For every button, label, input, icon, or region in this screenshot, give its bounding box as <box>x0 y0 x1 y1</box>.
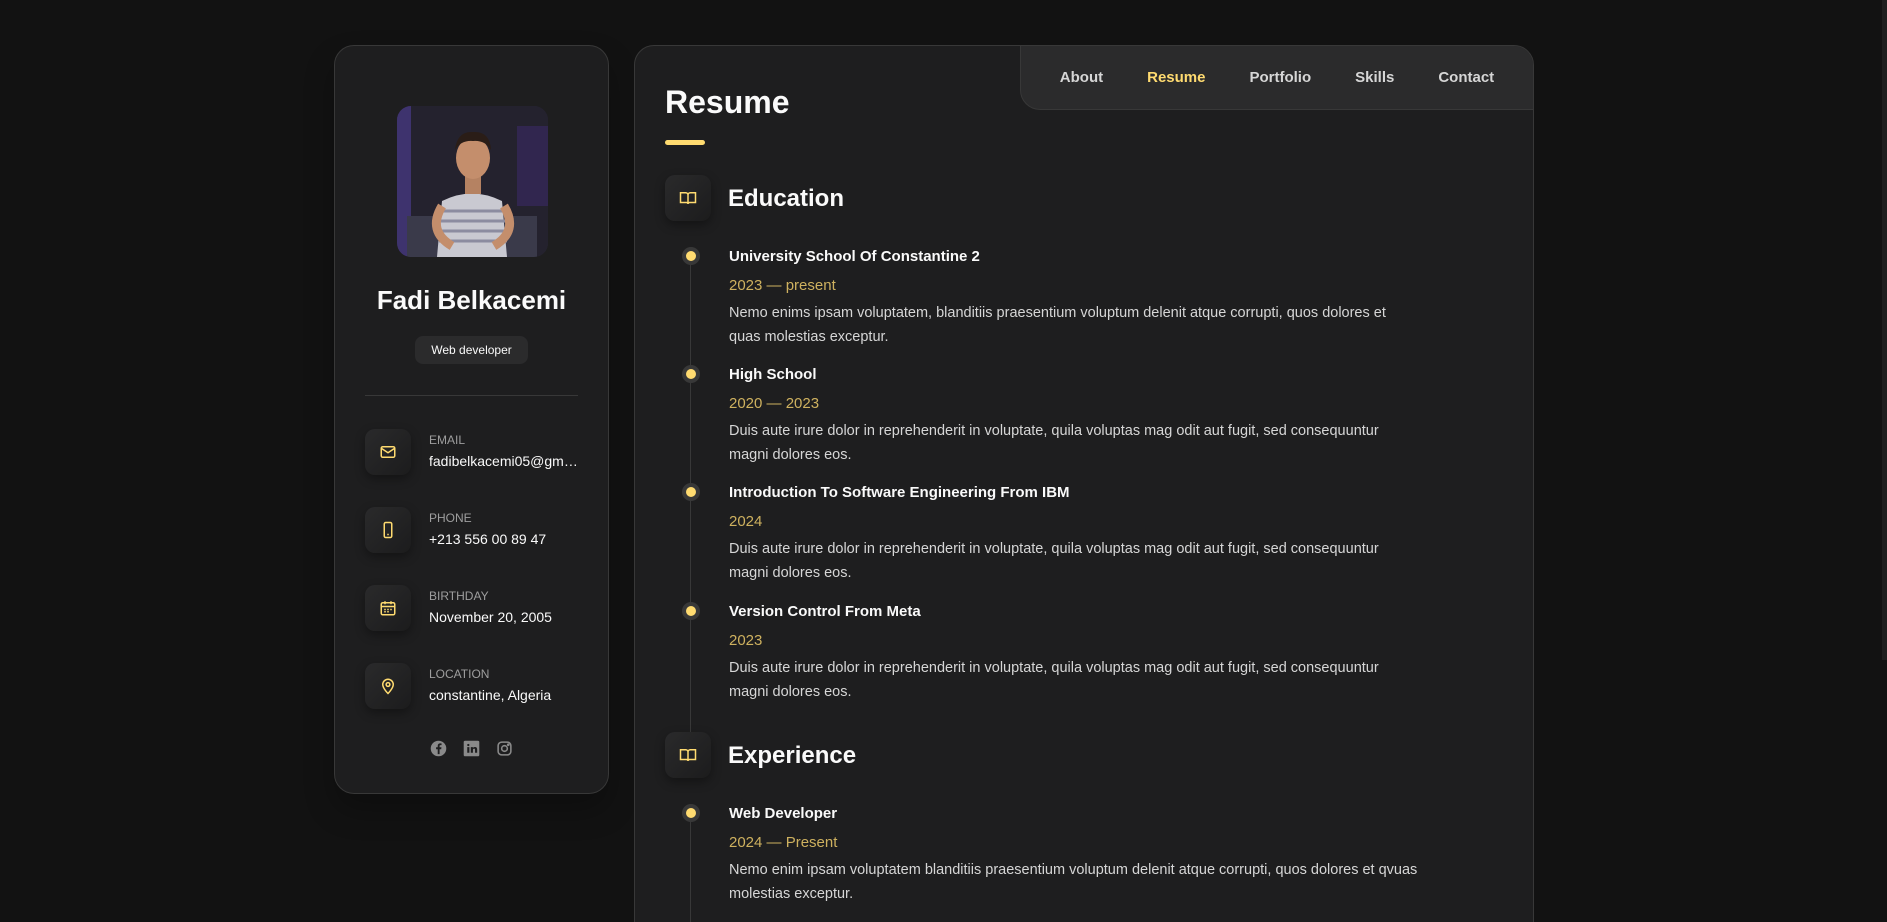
section-title: Experience <box>728 742 857 769</box>
timeline-dot <box>686 808 696 818</box>
phone-icon <box>365 507 411 553</box>
linkedin-icon[interactable] <box>463 740 480 757</box>
mail-icon <box>365 429 411 475</box>
social-links <box>335 740 608 757</box>
item-date: 2020 — 2023 <box>729 395 820 412</box>
contact-label: EMAIL <box>429 433 466 447</box>
navbar: About Resume Portfolio Skills Contact <box>1020 46 1533 110</box>
contact-value: constantine, Algeria <box>429 687 552 703</box>
book-icon <box>665 175 711 221</box>
item-date: 2024 — Present <box>729 834 838 851</box>
contact-email: EMAIL fadibelkacemi05@gmai... <box>365 429 585 479</box>
sidebar: Fadi Belkacemi Web developer EMAIL fadib… <box>334 45 609 794</box>
item-text: Nemo enim ipsam voluptatem blanditiis pr… <box>729 862 1418 902</box>
nav-skills[interactable]: Skills <box>1355 69 1394 86</box>
item-date: 2023 <box>729 632 763 649</box>
contact-label: LOCATION <box>429 667 490 681</box>
item-title: University School Of Constantine 2 <box>729 248 980 265</box>
title-underline <box>665 140 705 145</box>
scrollbar[interactable] <box>1882 0 1887 660</box>
item-date: 2024 <box>729 513 763 530</box>
role-badge: Web developer <box>415 336 528 364</box>
section-title: Education <box>728 185 845 212</box>
phone-link[interactable]: +213 556 00 89 47 <box>429 531 579 547</box>
item-title: High School <box>729 366 817 383</box>
facebook-icon[interactable] <box>430 740 447 757</box>
timeline-dot <box>686 251 696 261</box>
page-title: Resume <box>665 84 790 120</box>
contact-birthday: BIRTHDAY November 20, 2005 <box>365 585 585 635</box>
instagram-icon[interactable] <box>496 740 513 757</box>
nav-contact[interactable]: Contact <box>1438 69 1494 86</box>
email-link[interactable]: fadibelkacemi05@gmai... <box>429 453 579 469</box>
avatar <box>397 106 548 257</box>
contact-label: BIRTHDAY <box>429 589 489 603</box>
item-title: Web Developer <box>729 805 838 822</box>
calendar-icon <box>365 585 411 631</box>
resume-panel: About Resume Portfolio Skills Contact Re… <box>634 45 1534 922</box>
item-text: Duis aute irure dolor in reprehenderit i… <box>729 660 1379 700</box>
profile-name: Fadi Belkacemi <box>376 285 567 315</box>
item-title: Version Control From Meta <box>729 603 921 620</box>
item-text: Duis aute irure dolor in reprehenderit i… <box>729 541 1379 581</box>
contact-phone: PHONE +213 556 00 89 47 <box>365 507 585 557</box>
nav-resume[interactable]: Resume <box>1147 69 1205 86</box>
contact-value: November 20, 2005 <box>429 609 552 625</box>
item-title: Introduction To Software Engineering Fro… <box>729 484 1070 501</box>
nav-about[interactable]: About <box>1060 69 1103 86</box>
item-text: Duis aute irure dolor in reprehenderit i… <box>729 423 1379 463</box>
timeline-dot <box>686 369 696 379</box>
nav-portfolio[interactable]: Portfolio <box>1249 69 1311 86</box>
item-text: Nemo enims ipsam voluptatem, blanditiis … <box>729 305 1386 345</box>
avatar-photo <box>397 106 548 257</box>
divider <box>365 395 578 396</box>
book-icon <box>665 732 711 778</box>
timeline-dot <box>686 487 696 497</box>
location-pin-icon <box>365 663 411 709</box>
contact-label: PHONE <box>429 511 472 525</box>
timeline-line <box>690 813 691 922</box>
item-date: 2023 — present <box>729 277 836 294</box>
timeline-dot <box>686 606 696 616</box>
contact-location: LOCATION constantine, Algeria <box>365 663 585 713</box>
